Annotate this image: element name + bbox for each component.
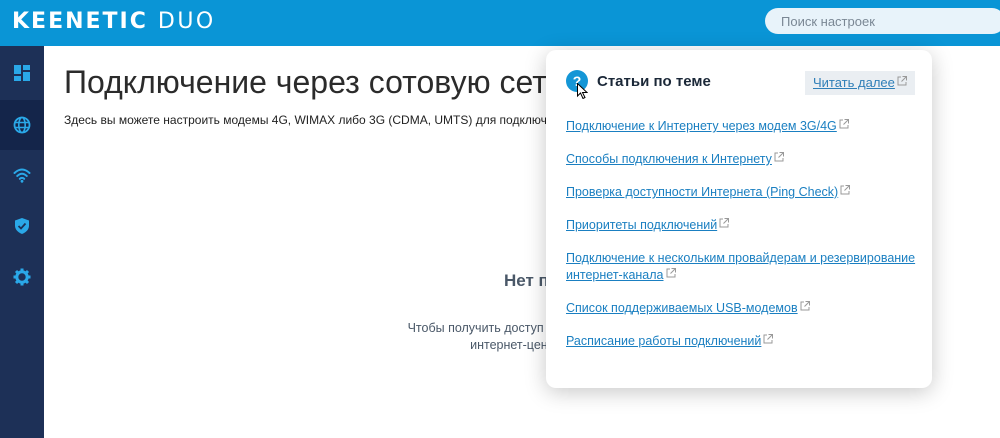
article-links-list: Подключение к Интернету через модем 3G/4… (566, 118, 918, 366)
sidebar-item-dashboard[interactable] (0, 48, 44, 98)
external-link-icon (763, 334, 774, 344)
external-link-icon (719, 218, 730, 228)
article-link[interactable]: Список поддерживаемых USB-модемов (566, 300, 918, 317)
article-link[interactable]: Способы подключения к Интернету (566, 151, 918, 168)
sidebar (0, 46, 44, 438)
sidebar-item-settings[interactable] (0, 252, 44, 302)
top-header: KEENETIC DUO (0, 0, 1000, 46)
article-link[interactable]: Подключение к нескольким провайдерам и р… (566, 250, 918, 284)
external-link-icon (897, 76, 907, 86)
article-link[interactable]: Проверка доступности Интернета (Ping Che… (566, 184, 918, 201)
external-link-icon (839, 119, 849, 129)
popup-title: Статьи по теме (597, 73, 711, 90)
logo-brand: KEENETIC (12, 9, 148, 34)
sidebar-item-security[interactable] (0, 201, 44, 251)
article-link[interactable]: Подключение к Интернету через модем 3G/4… (566, 118, 918, 135)
external-link-icon (840, 185, 851, 195)
external-link-icon (800, 301, 810, 311)
gear-icon (13, 268, 31, 286)
article-link[interactable]: Приоритеты подключений (566, 217, 918, 234)
globe-icon (13, 116, 31, 134)
sidebar-item-wifi[interactable] (0, 150, 44, 200)
wifi-icon (13, 168, 31, 183)
logo-model: DUO (157, 9, 216, 34)
shield-icon (15, 218, 29, 234)
external-link-icon (666, 268, 676, 278)
related-articles-popup: ? Статьи по теме Читать далее Подключени… (546, 50, 932, 388)
read-more-label: Читать далее (813, 75, 895, 90)
mouse-cursor-icon (577, 83, 588, 99)
page-title: Подключение через сотовую сеть (64, 64, 564, 100)
article-link[interactable]: Расписание работы подключений (566, 333, 918, 350)
search-input[interactable] (765, 8, 1000, 34)
read-more-link[interactable]: Читать далее (805, 71, 915, 95)
dashboard-icon (14, 65, 30, 81)
sidebar-item-internet[interactable] (0, 100, 44, 150)
keenetic-logo[interactable]: KEENETIC DUO (12, 9, 216, 34)
external-link-icon (774, 152, 784, 162)
